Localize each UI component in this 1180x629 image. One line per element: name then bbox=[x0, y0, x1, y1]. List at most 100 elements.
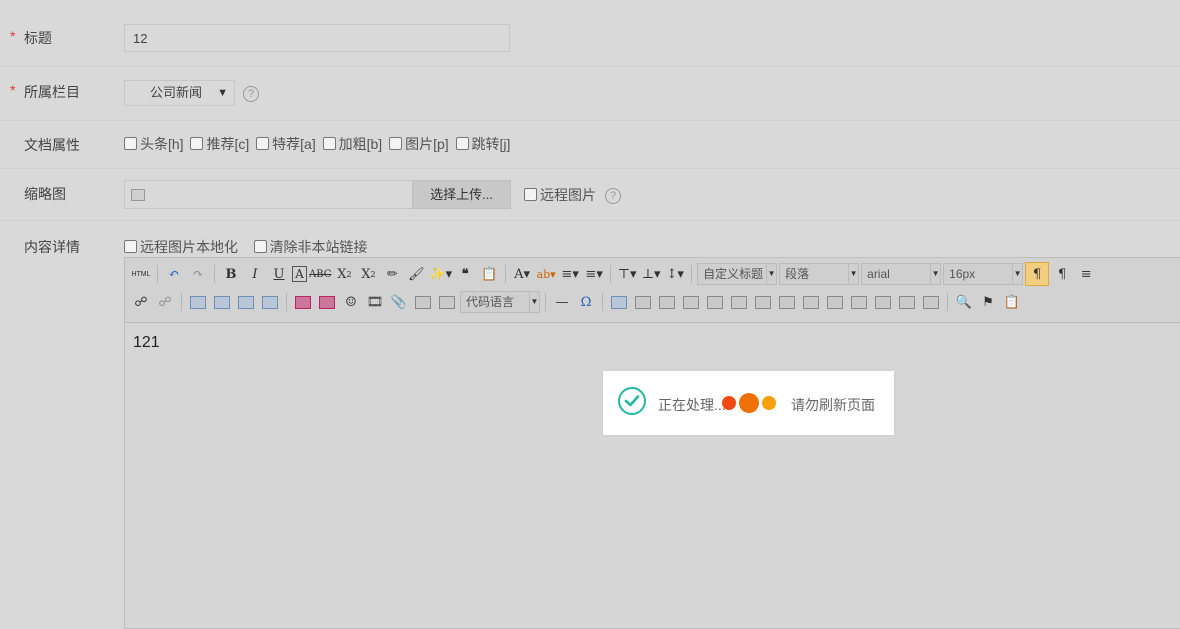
checkbox[interactable] bbox=[190, 137, 204, 150]
checkbox[interactable] bbox=[256, 137, 270, 150]
image-icon bbox=[131, 189, 145, 201]
attr-bold-option[interactable]: 加粗[b] bbox=[322, 136, 382, 152]
image-left-icon[interactable] bbox=[187, 291, 209, 313]
localize-remote-images-option[interactable]: 远程图片本地化 bbox=[124, 239, 238, 255]
video-icon[interactable]: 🎞 bbox=[364, 291, 386, 313]
thumbnail-row: 缩略图 选择上传... 远程图片 ? bbox=[0, 168, 1180, 219]
rtl-direction-icon[interactable]: ¶ bbox=[1051, 263, 1073, 285]
paste-plain-icon[interactable]: 📋 bbox=[478, 263, 500, 285]
chevron-down-icon: ▼ bbox=[930, 264, 940, 284]
insert-col-icon[interactable] bbox=[728, 291, 750, 313]
checkbox[interactable] bbox=[253, 240, 267, 253]
strikethrough-icon[interactable]: ABC bbox=[309, 263, 331, 285]
eraser-icon[interactable]: ✏ bbox=[381, 263, 403, 285]
custom-heading-select[interactable]: 自定义标题 ▼ bbox=[697, 263, 778, 285]
auto-format-icon[interactable]: ✨▾ bbox=[429, 263, 452, 285]
attr-recommend-option[interactable]: 推荐[c] bbox=[190, 136, 249, 152]
title-label: 标题 bbox=[24, 30, 52, 46]
attr-picture-option[interactable]: 图片[p] bbox=[389, 136, 449, 152]
font-family-select[interactable]: arial ▼ bbox=[861, 263, 942, 285]
image-right-icon[interactable] bbox=[211, 291, 233, 313]
code-language-select[interactable]: 代码语言 ▼ bbox=[460, 291, 540, 313]
help-icon[interactable]: ? bbox=[243, 86, 259, 102]
attr-special-option[interactable]: 特荐[a] bbox=[256, 136, 316, 152]
merge-right-icon[interactable] bbox=[800, 291, 822, 313]
underline-icon[interactable]: U bbox=[268, 263, 290, 285]
loading-dot bbox=[722, 396, 736, 410]
font-size-select[interactable]: 16px ▼ bbox=[943, 263, 1024, 285]
font-border-icon[interactable]: A bbox=[292, 266, 307, 282]
special-chars-icon[interactable]: Ω bbox=[575, 291, 597, 313]
merge-down-icon[interactable] bbox=[824, 291, 846, 313]
title-row: * 标题 12 bbox=[0, 10, 1180, 60]
column-row: * 所属栏目 公司新闻 ▼ ? bbox=[0, 66, 1180, 119]
subscript-icon[interactable]: X2 bbox=[357, 263, 379, 285]
insert-image-icon[interactable] bbox=[292, 291, 314, 313]
row-spacing-top-icon[interactable]: ⊤▾ bbox=[616, 263, 638, 285]
chevron-down-icon: ▼ bbox=[529, 292, 539, 312]
redo-icon[interactable]: ↷ bbox=[187, 263, 209, 285]
multi-image-icon[interactable] bbox=[316, 291, 338, 313]
delete-table-icon[interactable] bbox=[632, 291, 654, 313]
insert-table-icon[interactable] bbox=[608, 291, 630, 313]
split-cells-icon[interactable] bbox=[848, 291, 870, 313]
blockquote-icon[interactable]: ❝ bbox=[454, 263, 476, 285]
remote-image-option[interactable]: 远程图片 bbox=[524, 185, 596, 205]
attributes-options: 头条[h] 推荐[c] 特荐[a] 加粗[b] 图片[p] 跳转[j] bbox=[124, 134, 513, 154]
map-icon[interactable] bbox=[412, 291, 434, 313]
horizontal-rule-icon[interactable]: — bbox=[551, 291, 573, 313]
paragraph-select[interactable]: 段落 ▼ bbox=[779, 263, 860, 285]
search-replace-icon[interactable]: ⚑ bbox=[977, 291, 999, 313]
ordered-list-icon[interactable]: ≡▾ bbox=[559, 263, 581, 285]
content-row: 内容详情 远程图片本地化 清除非本站链接 HTML ↶ ↷ B I U A AB… bbox=[0, 220, 1180, 629]
split-rows-icon[interactable] bbox=[872, 291, 894, 313]
checkbox[interactable] bbox=[455, 137, 469, 150]
column-select[interactable]: 公司新闻 ▼ bbox=[124, 80, 235, 106]
checkbox[interactable] bbox=[389, 137, 403, 150]
image-none-icon[interactable] bbox=[235, 291, 257, 313]
checkbox[interactable] bbox=[124, 137, 137, 150]
checkbox[interactable] bbox=[524, 188, 537, 201]
align-icon[interactable]: ≡ bbox=[1075, 263, 1097, 285]
editor-content[interactable]: 121 bbox=[133, 334, 160, 352]
unlink-icon[interactable]: ☍ bbox=[154, 291, 176, 313]
superscript-icon[interactable]: X2 bbox=[333, 263, 355, 285]
undo-icon[interactable]: ↶ bbox=[163, 263, 185, 285]
font-color-icon[interactable]: A▾ bbox=[511, 263, 533, 285]
link-icon[interactable]: ☍ bbox=[130, 291, 152, 313]
delete-col-icon[interactable] bbox=[752, 291, 774, 313]
unordered-list-icon[interactable]: ≡▾ bbox=[583, 263, 605, 285]
attr-jump-option[interactable]: 跳转[j] bbox=[455, 136, 510, 152]
italic-icon[interactable]: I bbox=[244, 263, 266, 285]
template-icon[interactable]: 📋 bbox=[1001, 291, 1023, 313]
separator bbox=[610, 265, 612, 283]
column-label: 所属栏目 bbox=[24, 84, 80, 100]
chart-icon[interactable] bbox=[920, 291, 942, 313]
insert-row-icon[interactable] bbox=[680, 291, 702, 313]
insert-frame-icon[interactable] bbox=[436, 291, 458, 313]
highlight-color-icon[interactable]: ab▾ bbox=[535, 263, 557, 285]
split-cols-icon[interactable] bbox=[896, 291, 918, 313]
checkbox[interactable] bbox=[322, 137, 336, 150]
merge-cells-icon[interactable] bbox=[776, 291, 798, 313]
preview-icon[interactable]: 🔍 bbox=[953, 291, 975, 313]
attr-headline-option[interactable]: 头条[h] bbox=[124, 136, 184, 152]
image-center-icon[interactable] bbox=[259, 291, 281, 313]
clear-external-links-option[interactable]: 清除非本站链接 bbox=[253, 239, 368, 255]
bold-icon[interactable]: B bbox=[220, 263, 242, 285]
html-source-button[interactable]: HTML bbox=[130, 263, 152, 285]
separator bbox=[286, 293, 287, 311]
upload-button[interactable]: 选择上传... bbox=[412, 180, 511, 209]
attachment-icon[interactable]: 📎 bbox=[388, 291, 410, 313]
emoji-icon[interactable]: ☺ bbox=[340, 291, 362, 313]
insert-caption-icon[interactable] bbox=[656, 291, 678, 313]
thumbnail-input[interactable] bbox=[124, 180, 413, 209]
row-spacing-bottom-icon[interactable]: ⊥▾ bbox=[640, 263, 662, 285]
format-brush-icon[interactable]: 🖌 bbox=[405, 263, 427, 285]
title-input[interactable]: 12 bbox=[124, 24, 510, 52]
delete-row-icon[interactable] bbox=[704, 291, 726, 313]
help-icon[interactable]: ? bbox=[605, 188, 621, 204]
ltr-direction-icon[interactable]: ¶ bbox=[1025, 262, 1050, 286]
line-height-icon[interactable]: ↕▾ bbox=[664, 263, 686, 285]
checkbox[interactable] bbox=[124, 240, 137, 253]
